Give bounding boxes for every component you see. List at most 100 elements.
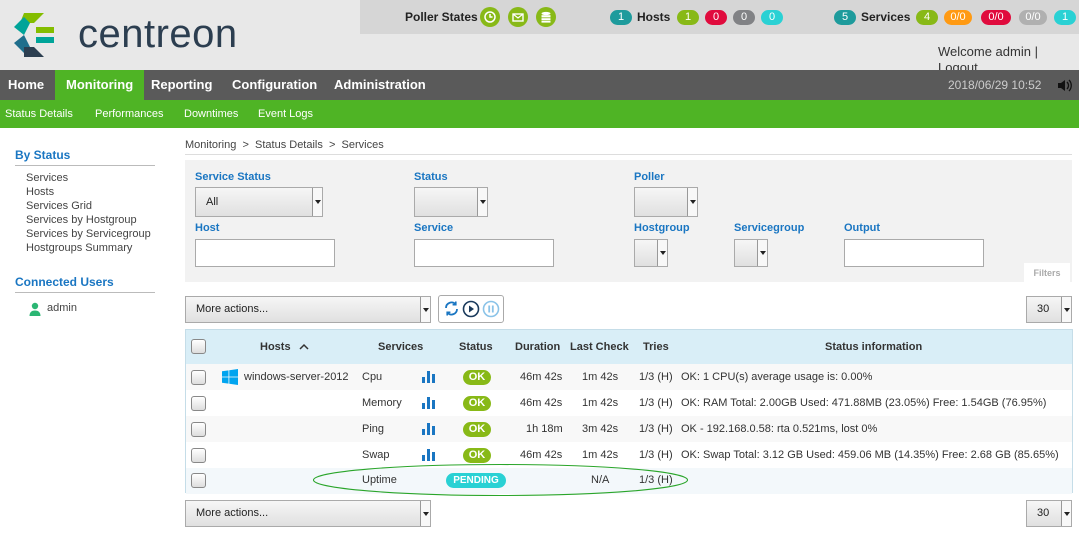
hosts-label: Hosts <box>637 10 671 24</box>
per-page-select-bottom[interactable]: 30 <box>1026 500 1072 527</box>
servicegroup-select[interactable] <box>734 239 768 267</box>
row-checkbox[interactable] <box>191 448 206 463</box>
status-badge: OK <box>463 370 491 385</box>
centreon-logo[interactable] <box>14 13 64 57</box>
menu-monitoring[interactable]: Monitoring <box>55 70 145 100</box>
per-page-select[interactable]: 30 <box>1026 296 1072 323</box>
row-tries: 1/3 (H) <box>639 423 673 435</box>
row-service[interactable]: Memory <box>362 390 402 416</box>
sidebar-item-hostgroups-summary[interactable]: Hostgroups Summary <box>26 241 132 255</box>
chevron-down-icon <box>312 188 322 216</box>
sidebar-divider <box>15 165 155 166</box>
poller-label: Poller <box>634 171 665 183</box>
sidebar-by-status-heading: By Status <box>15 148 71 162</box>
more-actions-select-bottom[interactable]: More actions... <box>185 500 431 527</box>
submenu-event-logs[interactable]: Event Logs <box>258 100 313 128</box>
row-last-check: 1m 42s <box>582 397 619 409</box>
col-status-information[interactable]: Status information <box>825 330 922 364</box>
services-total-badge[interactable]: 5 <box>834 10 856 25</box>
row-checkbox[interactable] <box>191 396 206 411</box>
row-checkbox[interactable] <box>191 370 206 385</box>
row-host[interactable]: windows-server-2012 <box>244 364 349 390</box>
sidebar-item-services[interactable]: Services <box>26 171 68 185</box>
status-select[interactable] <box>414 187 488 217</box>
refresh-icon[interactable] <box>443 300 460 317</box>
table-header <box>186 330 1072 364</box>
output-input[interactable] <box>844 239 984 267</box>
chevron-down-icon <box>420 297 430 322</box>
row-duration: 46m 42s <box>520 397 563 409</box>
col-services[interactable]: Services <box>378 330 423 364</box>
services-ok-badge[interactable]: 4 <box>916 10 938 25</box>
hosts-down-badge[interactable]: 0 <box>705 10 727 25</box>
sidebar-connected-users-heading: Connected Users <box>15 275 114 289</box>
menu-home[interactable]: Home <box>0 70 52 100</box>
hosts-up-badge[interactable]: 1 <box>677 10 699 25</box>
row-status-info: OK: 1 CPU(s) average usage is: 0.00% <box>681 371 873 383</box>
col-hosts[interactable]: Hosts <box>260 330 291 364</box>
services-unknown-badge[interactable]: 0/0 <box>1019 10 1047 25</box>
services-critical-badge[interactable]: 0/0 <box>981 10 1011 25</box>
status-badge: OK <box>463 396 491 411</box>
hosts-unreachable-badge[interactable]: 0 <box>733 10 755 25</box>
pause-icon[interactable] <box>482 300 500 318</box>
hosts-pending-badge[interactable]: 0 <box>761 10 783 25</box>
sidebar-item-services-by-hostgroup[interactable]: Services by Hostgroup <box>26 213 137 227</box>
hosts-total-badge[interactable]: 1 <box>610 10 632 25</box>
sidebar-item-hosts[interactable]: Hosts <box>26 185 54 199</box>
play-icon[interactable] <box>462 300 480 318</box>
per-page-value: 30 <box>1037 303 1050 315</box>
clock-icon[interactable] <box>480 7 500 27</box>
chevron-down-icon <box>1061 501 1071 526</box>
host-input[interactable] <box>195 239 335 267</box>
col-status[interactable]: Status <box>459 330 493 364</box>
per-page-value: 30 <box>1037 507 1050 519</box>
graph-icon[interactable] <box>422 423 436 435</box>
sidebar-item-services-grid[interactable]: Services Grid <box>26 199 92 213</box>
database-icon[interactable] <box>536 7 556 27</box>
row-service[interactable]: Ping <box>362 416 384 442</box>
host-label: Host <box>195 222 220 234</box>
status-label: Status <box>414 171 448 183</box>
chevron-down-icon <box>687 188 697 216</box>
services-warning-badge[interactable]: 0/0 <box>944 10 972 25</box>
more-actions-select[interactable]: More actions... <box>185 296 431 323</box>
row-tries: 1/3 (H) <box>639 397 673 409</box>
output-label: Output <box>844 222 881 234</box>
col-duration[interactable]: Duration <box>515 330 560 364</box>
connected-user[interactable]: admin <box>47 301 77 315</box>
highlight-ellipse <box>312 463 689 497</box>
service-status-select[interactable]: All <box>195 187 323 217</box>
services-pending-badge[interactable]: 1 <box>1054 10 1076 25</box>
col-tries[interactable]: Tries <box>643 330 669 364</box>
row-service[interactable]: Cpu <box>362 364 382 390</box>
select-all-checkbox[interactable] <box>191 339 206 354</box>
poller-select[interactable] <box>634 187 698 217</box>
submenu-downtimes[interactable]: Downtimes <box>184 100 238 128</box>
hostgroup-select[interactable] <box>634 239 668 267</box>
row-tries: 1/3 (H) <box>639 371 673 383</box>
graph-icon[interactable] <box>422 397 436 409</box>
submenu-status-details[interactable]: Status Details <box>5 100 73 128</box>
row-checkbox[interactable] <box>191 473 206 488</box>
graph-icon[interactable] <box>422 449 436 461</box>
menu-configuration[interactable]: Configuration <box>224 70 325 100</box>
menu-administration[interactable]: Administration <box>326 70 434 100</box>
sidebar-item-services-by-servicegroup[interactable]: Services by Servicegroup <box>26 227 151 241</box>
sort-ascending-icon[interactable] <box>299 343 309 350</box>
chevron-down-icon <box>757 240 767 266</box>
filters-toggle[interactable]: Filters <box>1024 263 1070 283</box>
submenu-performances[interactable]: Performances <box>95 100 163 128</box>
table-row[interactable] <box>186 416 1072 442</box>
col-last-check[interactable]: Last Check <box>570 330 629 364</box>
breadcrumb[interactable]: Monitoring > Status Details > Services <box>185 139 384 151</box>
row-status-info: OK - 192.168.0.58: rta 0.521ms, lost 0% <box>681 423 878 435</box>
graph-icon[interactable] <box>422 371 436 383</box>
service-input[interactable] <box>414 239 554 267</box>
menu-reporting[interactable]: Reporting <box>143 70 220 100</box>
mail-icon[interactable] <box>508 7 528 27</box>
row-checkbox[interactable] <box>191 422 206 437</box>
speaker-icon[interactable] <box>1057 79 1073 92</box>
row-last-check: 1m 42s <box>582 371 619 383</box>
services-label: Services <box>861 10 911 24</box>
